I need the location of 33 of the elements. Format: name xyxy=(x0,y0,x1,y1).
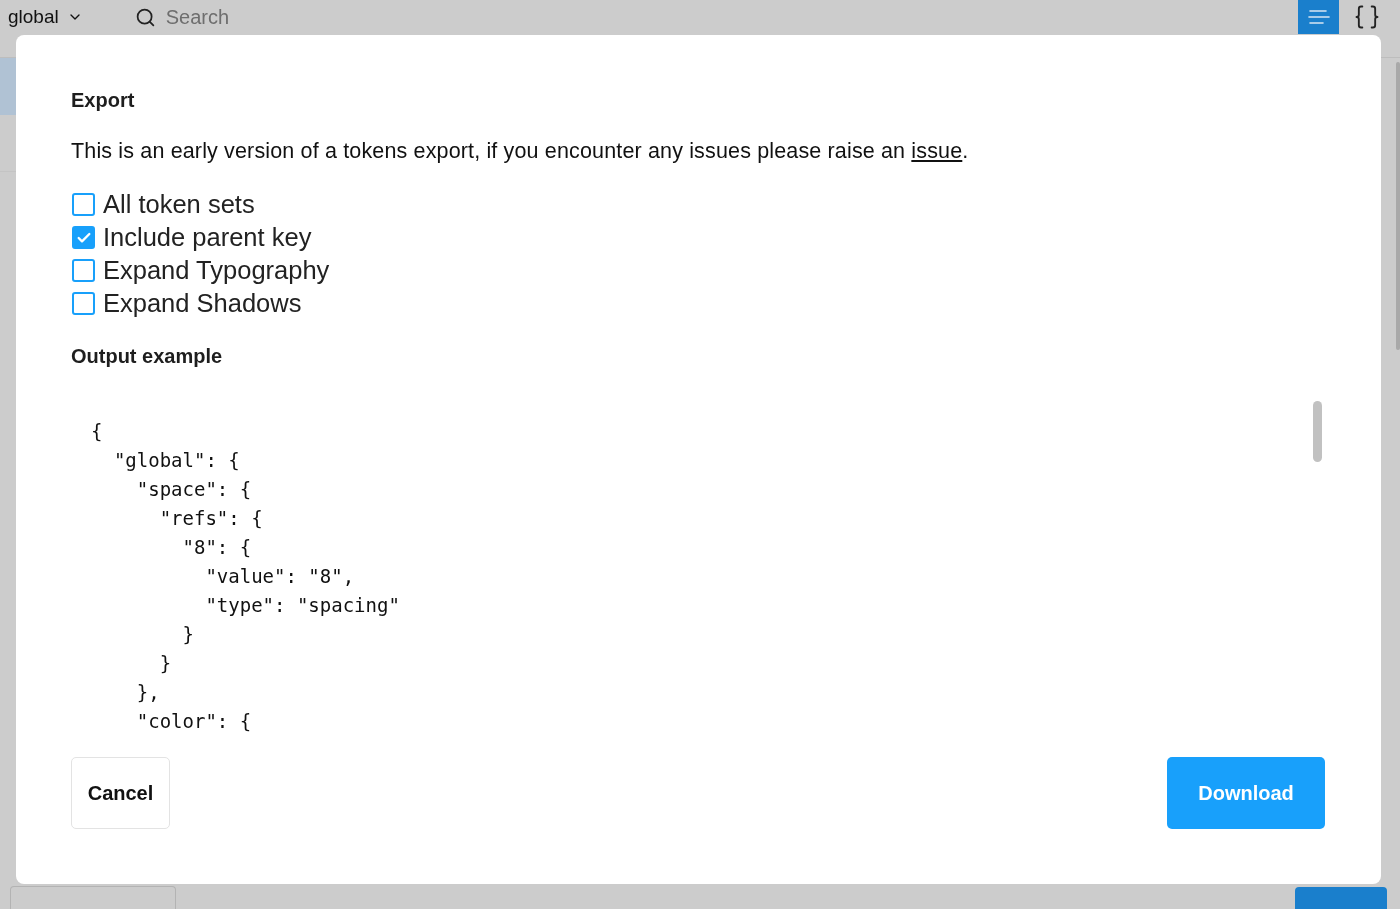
option-label: Expand Shadows xyxy=(103,289,302,318)
checkbox[interactable] xyxy=(72,226,95,249)
code-line: }, xyxy=(136,681,160,703)
code-line: "color": { xyxy=(136,710,252,732)
cancel-button[interactable]: Cancel xyxy=(71,757,170,829)
page-scrollbar[interactable] xyxy=(1396,62,1400,350)
checkbox[interactable] xyxy=(72,259,95,282)
code-line: { xyxy=(91,420,103,442)
braces-icon xyxy=(1353,3,1381,31)
issue-link[interactable]: issue xyxy=(911,139,963,163)
dialog-description: This is an early version of a tokens export, if you encounter any issues please raise an issue. xyxy=(71,139,970,163)
checkbox[interactable] xyxy=(72,193,95,216)
list-icon xyxy=(1307,9,1330,25)
code-line: "refs": { xyxy=(159,507,263,529)
code-line: } xyxy=(182,623,194,645)
search-icon xyxy=(134,6,156,28)
scrollbar-thumb[interactable] xyxy=(1313,401,1322,462)
code-line: "space": { xyxy=(136,478,252,500)
option-label: Expand Typography xyxy=(103,256,330,285)
code-line: "type": "spacing" xyxy=(205,594,400,616)
dialog-title: Export xyxy=(71,88,136,112)
option-label: Include parent key xyxy=(103,223,312,252)
option-label: All token sets xyxy=(103,190,255,219)
code-line: } xyxy=(159,652,172,674)
code-line: "value": "8", xyxy=(205,565,355,587)
code-line: "global": { xyxy=(113,449,240,471)
code-line: "8": { xyxy=(182,536,252,558)
token-set-dropdown[interactable]: global xyxy=(8,0,83,34)
footer-tab[interactable] xyxy=(10,886,176,909)
search-field[interactable]: Search xyxy=(165,5,366,29)
section-label: Output example xyxy=(71,344,224,368)
list-view-button[interactable] xyxy=(1298,0,1339,34)
checkbox[interactable] xyxy=(72,292,95,315)
